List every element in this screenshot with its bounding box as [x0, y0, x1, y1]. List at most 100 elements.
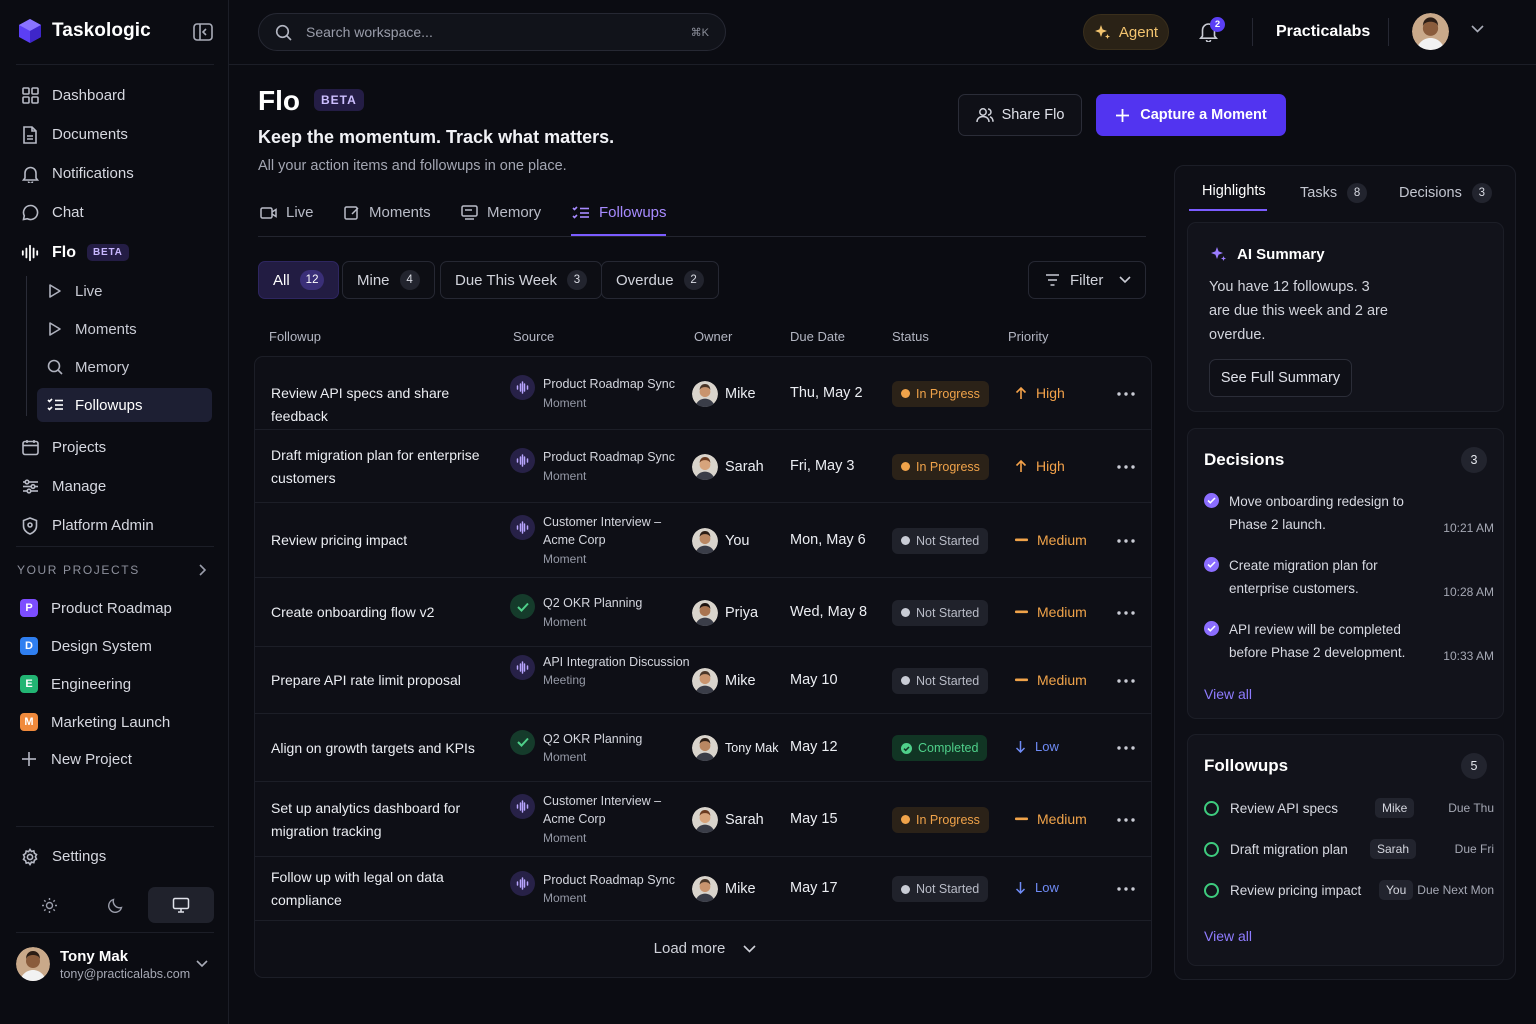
priority[interactable]: Medium [1015, 672, 1087, 688]
status-badge[interactable]: Completed [892, 735, 988, 761]
followup-title[interactable]: Follow up with legal on data compliance [271, 866, 499, 912]
subnav-item-followups[interactable]: Followups [37, 388, 212, 422]
nav-item-manage[interactable]: Manage [15, 469, 213, 504]
column-header-due-date[interactable]: Due Date [790, 329, 845, 344]
followup-title[interactable]: Create onboarding flow v2 [271, 601, 499, 624]
tab-followups[interactable]: Followups [572, 204, 667, 221]
owner[interactable]: Mike [692, 380, 756, 407]
source[interactable]: Product Roadmap Sync Moment [543, 871, 693, 908]
owner[interactable]: Tony Mak [692, 735, 779, 761]
status-badge[interactable]: Not Started [892, 599, 989, 626]
followup-list-item[interactable]: Review pricing impact You Due Next Mon [1204, 878, 1494, 902]
table-row[interactable]: Set up analytics dashboard for migration… [255, 782, 1151, 857]
table-row[interactable]: Align on growth targets and KPIs Q2 OKR P… [255, 714, 1151, 782]
project-item[interactable]: P Product Roadmap [20, 596, 172, 620]
column-header-priority[interactable]: Priority [1008, 329, 1048, 344]
followup-title[interactable]: Set up analytics dashboard for migration… [271, 797, 499, 843]
system-theme-button[interactable] [148, 887, 214, 923]
share-button[interactable]: Share Flo [958, 94, 1082, 136]
chevron-down-icon[interactable] [1471, 25, 1484, 33]
new-project-button[interactable]: New Project [20, 747, 132, 771]
followup-title[interactable]: Review API specs and share feedback [271, 382, 499, 428]
column-header-owner[interactable]: Owner [694, 329, 732, 344]
column-header-status[interactable]: Status [892, 329, 929, 344]
priority[interactable]: High [1015, 458, 1065, 474]
more-options-icon[interactable] [1117, 817, 1135, 822]
circle-icon[interactable] [1204, 800, 1219, 816]
nav-item-dashboard[interactable]: Dashboard [15, 78, 213, 113]
decisions-view-all-link[interactable]: View all [1204, 686, 1252, 702]
table-row[interactable]: Prepare API rate limit proposal API Integ… [255, 647, 1151, 714]
followup-title[interactable]: Draft migration plan for enterprise cust… [271, 444, 499, 490]
circle-icon[interactable] [1204, 841, 1219, 857]
status-badge[interactable]: Not Started [892, 527, 989, 554]
tab-moments[interactable]: Moments [344, 204, 431, 221]
priority[interactable]: Medium [1015, 811, 1087, 827]
subnav-item-moments[interactable]: Moments [37, 312, 212, 346]
source[interactable]: Q2 OKR Planning Moment [543, 730, 693, 767]
panel-tab-tasks[interactable]: Tasks 8 [1300, 183, 1368, 203]
table-row[interactable]: Follow up with legal on data compliance P… [255, 857, 1151, 921]
priority[interactable]: Medium [1015, 532, 1087, 548]
nav-item-notifications[interactable]: Notifications [15, 156, 213, 191]
load-more-button[interactable]: Load more [585, 940, 825, 957]
nav-item-settings[interactable]: Settings [15, 839, 213, 874]
followup-title[interactable]: Align on growth targets and KPIs [271, 737, 499, 760]
table-row[interactable]: Review pricing impact Customer Interview … [255, 503, 1151, 578]
decision-item[interactable]: Create migration plan for enterprise cus… [1204, 554, 1494, 600]
subnav-item-live[interactable]: Live [37, 274, 212, 308]
project-item[interactable]: M Marketing Launch [20, 710, 170, 734]
source[interactable]: Product Roadmap Sync Moment [543, 448, 693, 485]
priority[interactable]: Low [1015, 880, 1059, 895]
more-options-icon[interactable] [1117, 538, 1135, 543]
source[interactable]: Customer Interview – Acme Corp Moment [543, 513, 693, 569]
owner[interactable]: Sarah [692, 806, 764, 833]
source[interactable]: API Integration Discussion Meeting [543, 653, 693, 690]
priority[interactable]: Low [1015, 739, 1059, 754]
table-row[interactable]: Create onboarding flow v2 Q2 OKR Planning… [255, 578, 1151, 647]
status-badge[interactable]: Not Started [892, 876, 989, 902]
source[interactable]: Product Roadmap Sync Moment [543, 375, 693, 412]
followup-title[interactable]: Review pricing impact [271, 529, 499, 552]
more-options-icon[interactable] [1117, 746, 1135, 750]
project-item[interactable]: E Engineering [20, 672, 131, 696]
priority[interactable]: Medium [1015, 604, 1087, 620]
followup-list-item[interactable]: Review API specs Mike Due Thu [1204, 796, 1494, 820]
chevron-right-icon[interactable] [197, 564, 207, 576]
status-badge[interactable]: In Progress [892, 380, 989, 407]
priority[interactable]: High [1015, 385, 1065, 401]
owner[interactable]: Mike [692, 667, 756, 694]
see-full-summary-button[interactable]: See Full Summary [1209, 359, 1352, 397]
filter-chip-mine[interactable]: Mine 4 [342, 261, 435, 299]
table-row[interactable]: Draft migration plan for enterprise cust… [255, 430, 1151, 503]
collapse-sidebar-icon[interactable] [193, 23, 213, 41]
source[interactable]: Q2 OKR Planning Moment [543, 594, 693, 631]
avatar[interactable] [1412, 13, 1449, 50]
project-item[interactable]: D Design System [20, 634, 152, 658]
panel-tab-highlights[interactable]: Highlights [1202, 183, 1266, 199]
more-options-icon[interactable] [1117, 678, 1135, 683]
source[interactable]: Customer Interview – Acme Corp Moment [543, 792, 693, 848]
followup-list-item[interactable]: Draft migration plan Sarah Due Fri [1204, 837, 1494, 861]
tab-memory[interactable]: Memory [461, 204, 541, 221]
nav-item-flo[interactable]: Flo BETA [15, 235, 213, 270]
column-header-source[interactable]: Source [513, 329, 554, 344]
status-badge[interactable]: In Progress [892, 453, 989, 480]
more-options-icon[interactable] [1117, 887, 1135, 891]
column-header-followup[interactable]: Followup [269, 329, 321, 344]
brand[interactable]: Taskologic [18, 18, 151, 44]
dark-theme-button[interactable] [82, 887, 148, 923]
light-theme-button[interactable] [16, 887, 82, 923]
followup-title[interactable]: Prepare API rate limit proposal [271, 669, 499, 692]
nav-item-documents[interactable]: Documents [15, 117, 213, 152]
filter-chip-overdue[interactable]: Overdue 2 [601, 261, 719, 299]
tab-live[interactable]: Live [260, 204, 314, 221]
owner[interactable]: Sarah [692, 453, 764, 480]
filter-button[interactable]: Filter [1028, 261, 1146, 299]
decision-item[interactable]: API review will be completed before Phas… [1204, 618, 1494, 664]
subnav-item-memory[interactable]: Memory [37, 350, 212, 384]
owner[interactable]: Priya [692, 599, 758, 626]
agent-button[interactable]: Agent [1083, 14, 1169, 50]
status-badge[interactable]: Not Started [892, 667, 989, 694]
owner[interactable]: Mike [692, 876, 756, 902]
